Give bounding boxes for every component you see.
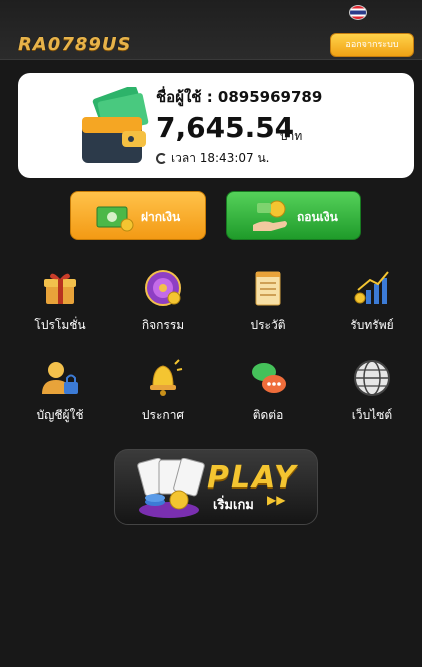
play-subtitle: เริ่มเกม — [213, 498, 254, 513]
cash-icon — [96, 206, 134, 232]
wallet-icon — [82, 87, 149, 163]
logout-button[interactable]: ออกจากระบบ — [330, 33, 414, 57]
gift-icon — [44, 273, 76, 304]
time-row: เวลา 18:43:07 น. — [156, 149, 269, 168]
wheel-icon — [145, 270, 181, 306]
thai-flag-icon[interactable] — [349, 5, 367, 20]
deposit-button[interactable]: ฝากเงิน — [70, 191, 206, 240]
menu-label: รับทรัพย์ — [350, 318, 394, 332]
menu-account[interactable]: บัญชีผู้ใช้ — [20, 358, 100, 432]
chat-icon — [252, 363, 286, 393]
bell-icon — [150, 359, 183, 396]
menu-label: โปรโมชั่น — [34, 318, 86, 332]
menu-contact[interactable]: ติดต่อ — [228, 358, 308, 432]
menu-label: เว็บไซต์ — [351, 408, 393, 422]
menu-label: ประวัติ — [250, 318, 286, 332]
user-lock-icon — [42, 362, 78, 394]
header: RA0789US ออกจากระบบ — [0, 0, 422, 60]
menu-label: กิจกรรม — [141, 318, 185, 332]
withdraw-label: ถอนเงิน — [297, 210, 338, 224]
menu-history[interactable]: ประวัติ — [228, 268, 308, 342]
menu-label: บัญชีผู้ใช้ — [36, 408, 84, 422]
notepad-icon — [255, 271, 281, 306]
globe-icon — [354, 360, 390, 396]
currency-label: บาท — [280, 129, 303, 143]
cards-chips-icon — [137, 458, 205, 518]
withdraw-button[interactable]: ถอนเงิน — [226, 191, 361, 240]
site-logo[interactable]: RA0789US — [18, 34, 131, 55]
menu-label: ประกาศ — [141, 408, 185, 422]
balance-card: ชื่อผู้ใช้ : 0895969789 7,645.54 บาท เวล… — [18, 73, 414, 178]
chart-coins-icon — [354, 271, 389, 304]
menu-announcement[interactable]: ประกาศ — [123, 358, 203, 432]
time-label: เวลา 18:43:07 น. — [171, 151, 270, 165]
hand-coins-icon — [253, 200, 287, 231]
menu-activity[interactable]: กิจกรรม — [123, 268, 203, 342]
menu-earn[interactable]: รับทรัพย์ — [332, 268, 412, 342]
deposit-label: ฝากเงิน — [141, 210, 181, 224]
menu-label: ติดต่อ — [252, 408, 284, 422]
menu-promotion[interactable]: โปรโมชั่น — [20, 268, 100, 342]
play-title: PLAY — [207, 460, 298, 495]
balance-amount: 7,645.54 — [156, 111, 295, 144]
refresh-icon[interactable] — [156, 153, 167, 164]
menu-website[interactable]: เว็บไซต์ — [332, 358, 412, 432]
play-game-button[interactable]: PLAY เริ่มเกม ▶▶ — [114, 449, 318, 525]
double-arrow-icon: ▶▶ — [267, 493, 286, 507]
username-label: ชื่อผู้ใช้ : 0895969789 — [156, 88, 323, 106]
